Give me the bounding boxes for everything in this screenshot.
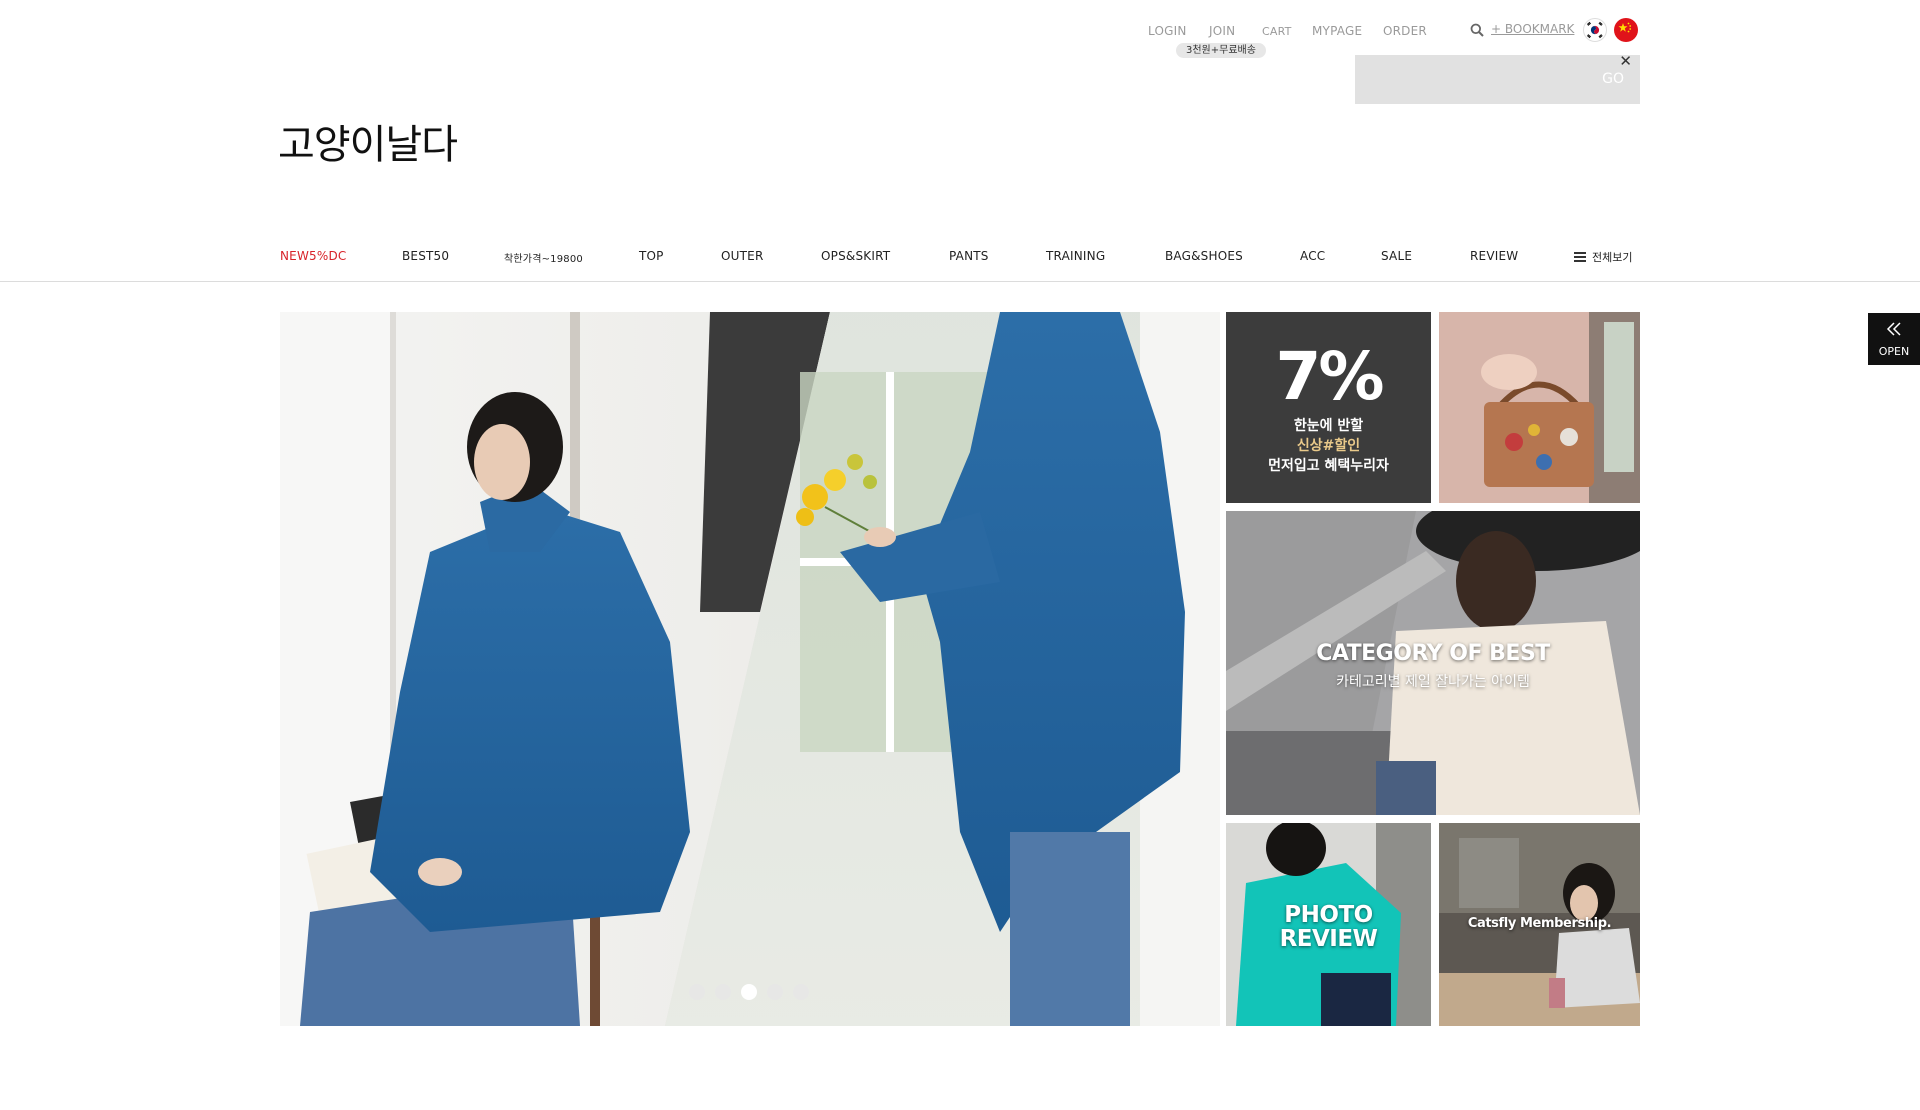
nav-item-good-price[interactable]: 착한가격~19800: [504, 250, 583, 265]
category-best-banner[interactable]: CATEGORY OF BEST 카테고리별 제일 잘나가는 아이템: [1226, 511, 1640, 815]
category-best-title: CATEGORY OF BEST: [1316, 641, 1550, 666]
hero-slide-image: [280, 312, 1220, 1026]
nav-item-bag-shoes[interactable]: BAG&SHOES: [1165, 249, 1243, 263]
korea-flag-icon[interactable]: [1583, 18, 1607, 42]
photo-review-line-2: REVIEW: [1279, 926, 1378, 952]
slider-dot-1[interactable]: [689, 984, 705, 1000]
nav-item-review[interactable]: REVIEW: [1470, 249, 1518, 263]
search-icon[interactable]: [1470, 23, 1484, 37]
membership-banner[interactable]: Catsfly Membership.: [1439, 823, 1640, 1026]
nav-item-acc[interactable]: ACC: [1300, 249, 1325, 263]
nav-item-sale[interactable]: SALE: [1381, 249, 1412, 263]
china-flag-icon[interactable]: [1614, 18, 1638, 42]
bag-banner-image: [1439, 312, 1640, 503]
search-input[interactable]: [1355, 55, 1575, 104]
slider-dot-5[interactable]: [793, 984, 809, 1000]
bag-banner[interactable]: [1439, 312, 1640, 503]
slider-dot-3[interactable]: [741, 984, 757, 1000]
mypage-link[interactable]: MYPAGE: [1312, 24, 1362, 38]
discount-line-1: 한눈에 반할: [1293, 418, 1364, 434]
nav-item-ops-skirt[interactable]: OPS&SKIRT: [821, 249, 890, 263]
membership-title: Catsfly Membership.: [1467, 916, 1612, 931]
slider-dot-4[interactable]: [767, 984, 783, 1000]
search-popup: GO ✕: [1355, 52, 1640, 104]
nav-item-pants[interactable]: PANTS: [949, 249, 989, 263]
bookmark-link[interactable]: + BOOKMARK: [1491, 22, 1574, 36]
join-benefit-badge: 3천원+무료배송: [1176, 43, 1266, 58]
search-go-button[interactable]: GO: [1602, 71, 1624, 87]
all-view-label: 전체보기: [1592, 251, 1633, 264]
nav-item-training[interactable]: TRAINING: [1046, 249, 1105, 263]
double-chevron-left-icon: [1886, 322, 1901, 336]
discount-banner[interactable]: 7% 한눈에 반할 신상#할인 먼저입고 혜택누리자: [1226, 312, 1431, 503]
login-link[interactable]: LOGIN: [1148, 24, 1187, 38]
slider-pagination: [689, 984, 809, 1000]
photo-review-title: PHOTO REVIEW: [1226, 903, 1431, 951]
nav-item-new[interactable]: NEW5%DC: [280, 249, 346, 263]
discount-percent: 7%: [1275, 338, 1384, 415]
discount-line-3: 먼저입고 혜택누리자: [1268, 458, 1389, 474]
hamburger-icon: [1574, 252, 1586, 262]
nav-divider: [0, 281, 1920, 282]
all-view-button[interactable]: 전체보기: [1574, 249, 1632, 265]
nav-item-best50[interactable]: BEST50: [402, 249, 449, 263]
photo-review-banner[interactable]: PHOTO REVIEW: [1226, 823, 1431, 1026]
category-best-subtitle: 카테고리별 제일 잘나가는 아이템: [1336, 674, 1530, 690]
discount-line-2: 신상#할인: [1296, 438, 1361, 454]
side-open-tab[interactable]: OPEN: [1868, 313, 1920, 365]
photo-review-line-1: PHOTO: [1284, 902, 1373, 928]
join-link[interactable]: JOIN: [1209, 24, 1235, 38]
side-open-label: OPEN: [1878, 345, 1910, 358]
close-icon[interactable]: ✕: [1619, 52, 1632, 70]
nav-item-outer[interactable]: OUTER: [721, 249, 763, 263]
nav-item-top[interactable]: TOP: [639, 249, 664, 263]
cart-link[interactable]: CART: [1262, 25, 1292, 38]
order-link[interactable]: ORDER: [1383, 24, 1427, 38]
slider-dot-2[interactable]: [715, 984, 731, 1000]
hero-slider[interactable]: [280, 312, 1220, 1026]
site-logo[interactable]: 고양이날다: [278, 112, 458, 170]
